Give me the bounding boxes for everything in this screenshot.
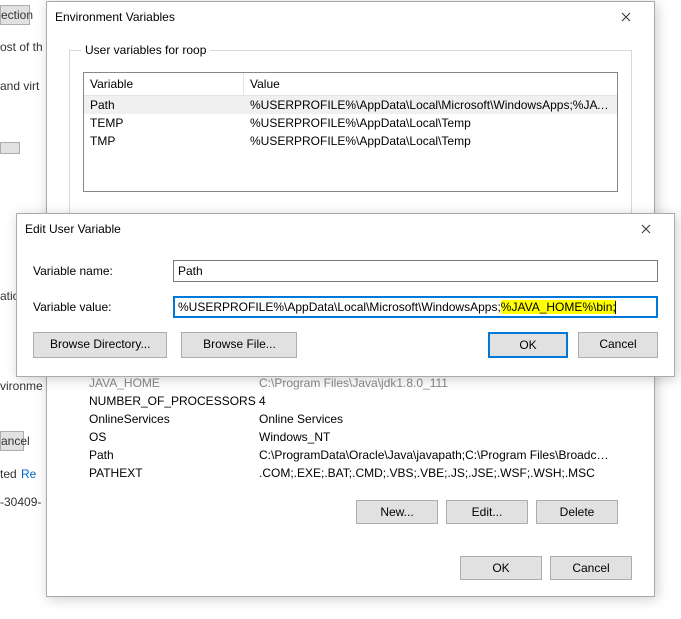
cell-value: %USERPROFILE%\AppData\Local\Microsoft\Wi… xyxy=(250,98,611,112)
env-ok-button[interactable]: OK xyxy=(460,556,542,580)
edit-title: Edit User Variable xyxy=(25,222,626,236)
table-row[interactable]: OSWindows_NT xyxy=(83,428,618,446)
table-row[interactable]: NUMBER_OF_PROCESSORS4 xyxy=(83,392,618,410)
user-vars-table[interactable]: Variable Value Path%USERPROFILE%\AppData… xyxy=(83,72,618,192)
cell-value: C:\ProgramData\Oracle\Java\javapath;C:\P… xyxy=(259,448,612,462)
cell-variable: PATHEXT xyxy=(89,466,259,480)
cell-value: 4 xyxy=(259,394,612,408)
bg-ancel-button: ancel xyxy=(0,431,24,451)
edit-button-row: Browse Directory... Browse File... OK Ca… xyxy=(33,332,658,358)
table-row[interactable]: TEMP%USERPROFILE%\AppData\Local\Temp xyxy=(84,114,617,132)
edit-titlebar: Edit User Variable xyxy=(17,214,674,244)
variable-value-label: Variable value: xyxy=(33,300,161,314)
value-prefix-text: %USERPROFILE%\AppData\Local\Microsoft\Wi… xyxy=(178,300,501,314)
bg-small-button xyxy=(0,142,20,154)
cell-value: .COM;.EXE;.BAT;.CMD;.VBS;.VBE;.JS;.JSE;.… xyxy=(259,466,612,480)
bg-text-vironme: vironme xyxy=(0,379,43,393)
table-row[interactable]: PATHEXT.COM;.EXE;.BAT;.CMD;.VBS;.VBE;.JS… xyxy=(83,464,618,482)
edit-close-button[interactable] xyxy=(626,215,666,243)
sys-new-button[interactable]: New... xyxy=(356,500,438,524)
env-dialog-button-row: OK Cancel xyxy=(460,556,632,580)
edit-user-variable-dialog: Edit User Variable Variable name: Variab… xyxy=(16,213,675,377)
table-row[interactable]: PathC:\ProgramData\Oracle\Java\javapath;… xyxy=(83,446,618,464)
sys-delete-button[interactable]: Delete xyxy=(536,500,618,524)
sys-vars-button-row: New... Edit... Delete xyxy=(356,500,618,524)
bg-text-ted: ted xyxy=(0,467,17,481)
user-vars-header: Variable Value xyxy=(84,73,617,96)
table-row[interactable]: TMP%USERPROFILE%\AppData\Local\Temp xyxy=(84,132,617,150)
table-row[interactable]: Path%USERPROFILE%\AppData\Local\Microsof… xyxy=(84,96,617,114)
value-highlight-text: %JAVA_HOME%\bin; xyxy=(501,300,616,314)
col-value-header[interactable]: Value xyxy=(244,73,617,95)
env-close-button[interactable] xyxy=(606,3,646,31)
cell-value: Online Services xyxy=(259,412,612,426)
bg-text-ost: ost of th xyxy=(0,40,43,54)
cell-value: Windows_NT xyxy=(259,430,612,444)
cell-variable: Path xyxy=(89,448,259,462)
edit-body: Variable name: Variable value: %USERPROF… xyxy=(17,244,674,378)
edit-cancel-button[interactable]: Cancel xyxy=(578,332,658,358)
env-cancel-button[interactable]: Cancel xyxy=(550,556,632,580)
table-row[interactable]: OnlineServicesOnline Services xyxy=(83,410,618,428)
bg-text-virt: and virt xyxy=(0,79,39,93)
cell-variable: TMP xyxy=(90,134,250,148)
sys-edit-button[interactable]: Edit... xyxy=(446,500,528,524)
browse-file-button[interactable]: Browse File... xyxy=(181,332,297,358)
system-vars-visible-rows[interactable]: JAVA_HOMEC:\Program Files\Java\jdk1.8.0_… xyxy=(83,374,618,482)
user-vars-group-label: User variables for roop xyxy=(81,43,210,57)
env-title: Environment Variables xyxy=(55,10,606,24)
cell-variable: NUMBER_OF_PROCESSORS xyxy=(89,394,259,408)
browse-directory-button[interactable]: Browse Directory... xyxy=(33,332,167,358)
cell-variable: OS xyxy=(89,430,259,444)
variable-name-input[interactable] xyxy=(173,260,658,282)
bg-text-build: -30409- xyxy=(0,495,41,509)
edit-ok-button[interactable]: OK xyxy=(488,332,568,358)
bg-ection-button: ection xyxy=(0,5,30,25)
cell-value: C:\Program Files\Java\jdk1.8.0_111 xyxy=(259,376,612,390)
cell-variable: JAVA_HOME xyxy=(89,376,259,390)
variable-name-label: Variable name: xyxy=(33,264,161,278)
cell-variable: OnlineServices xyxy=(89,412,259,426)
env-titlebar: Environment Variables xyxy=(47,2,654,32)
col-variable-header[interactable]: Variable xyxy=(84,73,244,95)
cell-variable: Path xyxy=(90,98,250,112)
cell-value: %USERPROFILE%\AppData\Local\Temp xyxy=(250,134,611,148)
variable-value-input[interactable]: %USERPROFILE%\AppData\Local\Microsoft\Wi… xyxy=(173,296,658,318)
variable-name-row: Variable name: xyxy=(33,260,658,282)
cell-variable: TEMP xyxy=(90,116,250,130)
variable-value-row: Variable value: %USERPROFILE%\AppData\Lo… xyxy=(33,296,658,318)
cell-value: %USERPROFILE%\AppData\Local\Temp xyxy=(250,116,611,130)
text-caret xyxy=(615,301,616,314)
bg-link-re: Re xyxy=(21,467,36,481)
